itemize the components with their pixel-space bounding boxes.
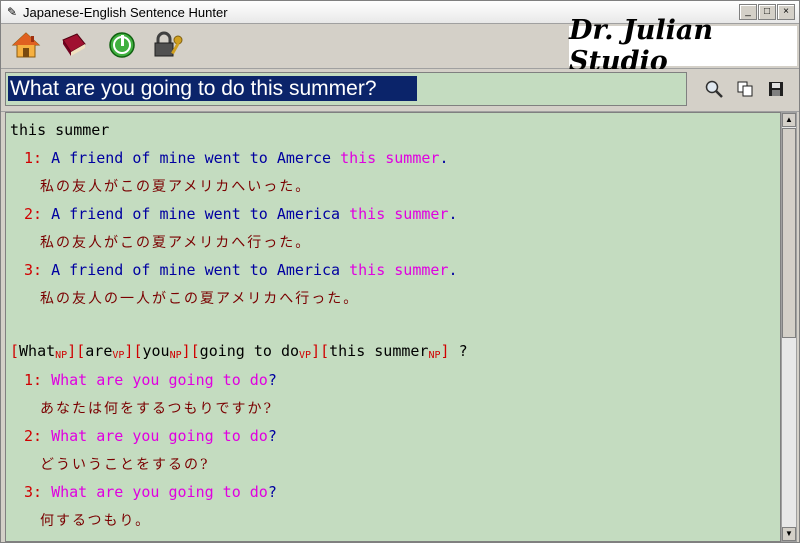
result-number: 1: [24, 371, 43, 389]
window-title: Japanese-English Sentence Hunter [23, 4, 228, 20]
segment-tag: VP [299, 350, 312, 361]
scroll-down-arrow-icon[interactable]: ▼ [782, 527, 796, 541]
parse-line: [WhatNP][areVP][youNP][going to doVP][th… [10, 342, 468, 361]
sentence-end: . [439, 149, 449, 167]
result-item[interactable]: 2: A friend of mine went to America this… [24, 205, 457, 223]
home-icon[interactable] [9, 28, 43, 62]
japanese-sentence: 私の友人がこの夏アメリカへいった。 [40, 179, 312, 195]
result-item[interactable]: 3: What are you going to do? [24, 483, 277, 501]
lock-key-icon[interactable] [151, 28, 185, 62]
segment-word[interactable]: are [85, 342, 112, 360]
match-highlight: What are you going to do [51, 483, 268, 501]
japanese-sentence: どういうことをするの? [40, 457, 210, 473]
sentence-end: . [448, 205, 458, 223]
segment-word[interactable]: this summer [329, 342, 428, 360]
segment-tag: NP [55, 350, 68, 361]
match-highlight: this summer [349, 205, 449, 223]
app-icon: ✎ [6, 5, 18, 19]
english-sentence: A friend of mine went to Amerce [51, 149, 332, 167]
japanese-sentence: あなたは何をするつもりですか? [40, 401, 273, 417]
query-heading: this summer [10, 121, 110, 139]
results-panel: this summer 1: A friend of mine went to … [5, 112, 781, 542]
brand-logo: Dr. Julian Studio [569, 15, 797, 77]
search-box [5, 72, 687, 106]
match-highlight: this summer [340, 149, 440, 167]
segment-tag: NP [169, 350, 182, 361]
match-highlight: What are you going to do [51, 427, 268, 445]
result-number: 1: [24, 149, 43, 167]
book-icon[interactable] [57, 28, 91, 62]
scroll-up-arrow-icon[interactable]: ▲ [782, 113, 796, 127]
vertical-scrollbar[interactable]: ▲ ▼ [781, 112, 797, 542]
segment-word[interactable]: you [142, 342, 169, 360]
toolbar: Dr. Julian Studio [1, 15, 799, 77]
result-number: 2: [24, 205, 43, 223]
japanese-sentence: 何するつもり。 [40, 513, 152, 529]
app-window: ✎ Japanese-English Sentence Hunter _ □ × [0, 0, 800, 543]
scroll-thumb[interactable] [782, 128, 796, 338]
result-number: 2: [24, 427, 43, 445]
result-item[interactable]: 1: What are you going to do? [24, 371, 277, 389]
segment-tag: VP [112, 350, 125, 361]
magnifier-icon[interactable] [701, 77, 727, 101]
segment-word[interactable]: going to do [200, 342, 299, 360]
japanese-sentence: 私の友人がこの夏アメリカへ行った。 [40, 235, 312, 251]
match-highlight: What are you going to do [51, 371, 268, 389]
match-highlight: this summer [349, 261, 449, 279]
segment-word[interactable]: What [19, 342, 55, 360]
result-number: 3: [24, 261, 43, 279]
result-item[interactable]: 3: A friend of mine went to America this… [24, 261, 457, 279]
parse-end: ? [458, 342, 468, 360]
sentence-end: ? [267, 427, 277, 445]
english-sentence: A friend of mine went to America [51, 261, 341, 279]
japanese-sentence: 私の友人の一人がこの夏アメリカへ行った。 [40, 291, 360, 307]
save-icon[interactable] [763, 77, 789, 101]
sentence-end: . [448, 261, 458, 279]
power-icon[interactable] [105, 28, 139, 62]
segment-tag: NP [428, 350, 441, 361]
english-sentence: A friend of mine went to America [51, 205, 341, 223]
copy-icon[interactable] [732, 77, 758, 101]
sentence-end: ? [267, 483, 277, 501]
search-input[interactable] [8, 76, 417, 101]
result-number: 3: [24, 483, 43, 501]
result-item[interactable]: 2: What are you going to do? [24, 427, 277, 445]
search-row [1, 69, 799, 112]
result-item[interactable]: 1: A friend of mine went to Amerce this … [24, 149, 448, 167]
sentence-end: ? [267, 371, 277, 389]
